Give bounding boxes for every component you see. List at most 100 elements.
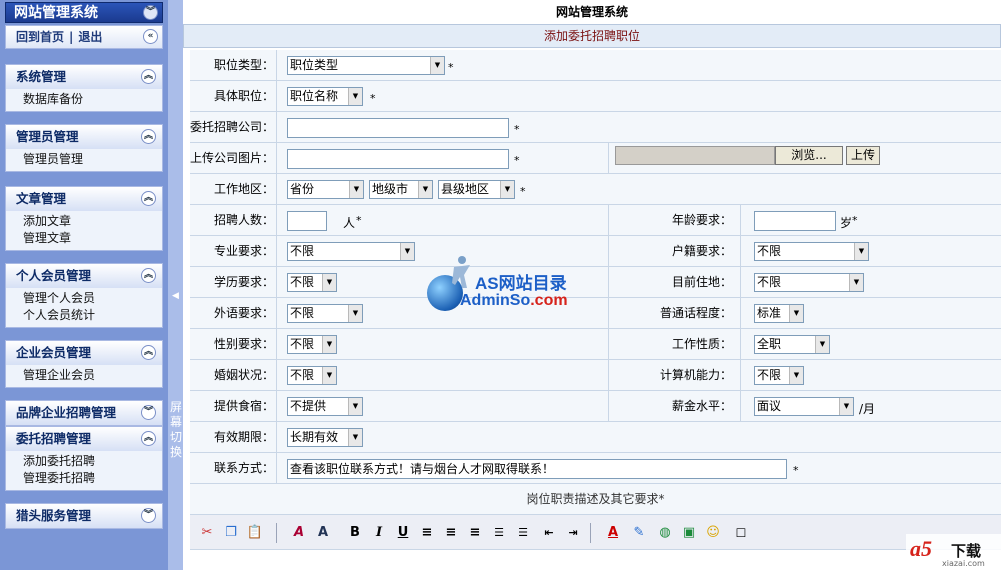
chevron-left-icon[interactable]: ◀	[172, 291, 179, 301]
align-left-icon[interactable]: ≡	[418, 524, 436, 542]
browse-button[interactable]: 浏览...	[775, 146, 843, 165]
collapse-all-icon[interactable]: ︾	[143, 5, 158, 20]
group-title: 品牌企业招聘管理	[16, 405, 117, 420]
emoticon-icon[interactable]: ☺	[704, 524, 722, 542]
language-select[interactable]: 不限 ▼	[287, 304, 363, 323]
underline-icon[interactable]: U	[394, 524, 412, 542]
logout-link[interactable]: 退出	[78, 30, 102, 44]
sidebar-item-db-backup[interactable]: 数据库备份	[23, 91, 162, 108]
copy-icon[interactable]: ❐	[222, 524, 240, 542]
select-value: 不限	[757, 275, 782, 289]
sidebar-item-manage-personal[interactable]: 管理个人会员	[23, 290, 162, 307]
residence-select[interactable]: 不限 ▼	[754, 273, 864, 292]
marriage-select[interactable]: 不限 ▼	[287, 366, 337, 385]
paste-icon[interactable]: 📋	[246, 524, 264, 542]
chevron-down-icon: ▼	[348, 398, 362, 415]
chevron-down-icon: ▼	[500, 181, 514, 198]
job-name-select[interactable]: 职位名称 ▼	[287, 87, 363, 106]
city-select[interactable]: 地级市 ▼	[369, 180, 433, 199]
align-center-icon[interactable]: ≡	[442, 524, 460, 542]
chevron-down-icon: ▼	[789, 305, 803, 322]
mandarin-select[interactable]: 标准 ▼	[754, 304, 804, 323]
hide-sidebar-icon[interactable]: «	[143, 29, 158, 44]
sidebar-item-admin-manage[interactable]: 管理员管理	[23, 151, 162, 168]
chevron-down-icon: ▼	[400, 243, 414, 260]
salary-unit: /月	[859, 402, 876, 416]
outdent-icon[interactable]: ⇤	[540, 524, 558, 542]
major-select[interactable]: 不限 ▼	[287, 242, 415, 261]
required-mark: *	[793, 464, 799, 477]
sidebar-item-manage-company[interactable]: 管理企业会员	[23, 367, 162, 384]
group-header-brand-recruit[interactable]: 品牌企业招聘管理 ︾	[6, 401, 162, 425]
expand-icon[interactable]: ︾	[141, 508, 156, 523]
sidebar-item-personal-stats[interactable]: 个人会员统计	[23, 307, 162, 324]
group-title: 系统管理	[16, 69, 67, 84]
collapse-icon[interactable]: ︽	[141, 129, 156, 144]
screen-switch-label[interactable]: 屏幕切换	[169, 400, 183, 460]
salary-select[interactable]: 面议 ▼	[754, 397, 854, 416]
expand-icon[interactable]: ︾	[141, 405, 156, 420]
collapse-icon[interactable]: ︽	[141, 345, 156, 360]
select-value: 长期有效	[290, 430, 339, 444]
group-header-headhunter[interactable]: 猎头服务管理 ︾	[6, 504, 162, 528]
hukou-select[interactable]: 不限 ▼	[754, 242, 869, 261]
company-image-input[interactable]	[287, 149, 509, 169]
sidebar-group-personal-member: 个人会员管理 ︽ 管理个人会员 个人会员统计	[5, 263, 163, 328]
checkbox-icon[interactable]: ☐	[732, 524, 750, 542]
group-title: 文章管理	[16, 191, 67, 206]
highlight-icon[interactable]: ✎	[630, 524, 648, 542]
field-label: 招聘人数：	[213, 213, 274, 227]
indent-icon[interactable]: ⇥	[564, 524, 582, 542]
align-right-icon[interactable]: ≡	[466, 524, 484, 542]
validity-select[interactable]: 长期有效 ▼	[287, 428, 363, 447]
collapse-icon[interactable]: ︽	[141, 69, 156, 84]
age-input[interactable]	[754, 211, 836, 231]
group-header-system[interactable]: 系统管理 ︽	[6, 65, 162, 89]
unordered-list-icon[interactable]: ☰	[514, 524, 532, 542]
collapse-icon[interactable]: ︽	[141, 431, 156, 446]
ordered-list-icon[interactable]: ☰	[490, 524, 508, 542]
home-link[interactable]: 回到首页	[16, 30, 64, 44]
group-header-company-member[interactable]: 企业会员管理 ︽	[6, 341, 162, 365]
sidebar-item-add-article[interactable]: 添加文章	[23, 213, 162, 230]
font-color-icon[interactable]: A	[604, 524, 622, 542]
sidebar-splitter[interactable]: ◀ 屏幕切换	[168, 0, 183, 570]
bold-icon[interactable]: B	[346, 524, 364, 542]
group-header-article[interactable]: 文章管理 ︽	[6, 187, 162, 211]
headcount-input[interactable]	[287, 211, 327, 231]
sidebar-item-manage-entrusted[interactable]: 管理委托招聘	[23, 470, 162, 487]
select-value: 不限	[290, 306, 315, 320]
work-type-select[interactable]: 全职 ▼	[754, 335, 830, 354]
group-header-entrusted-recruit[interactable]: 委托招聘管理 ︽	[6, 427, 162, 451]
image-icon[interactable]: ▣	[680, 524, 698, 542]
chevron-down-icon: ▼	[789, 367, 803, 384]
county-select[interactable]: 县级地区 ▼	[438, 180, 515, 199]
file-path-field[interactable]	[615, 146, 775, 165]
collapse-icon[interactable]: ︽	[141, 268, 156, 283]
group-title: 企业会员管理	[16, 345, 92, 360]
group-header-admin[interactable]: 管理员管理 ︽	[6, 125, 162, 149]
contact-input[interactable]: 查看该职位联系方式！请与烟台人才网取得联系！	[287, 459, 787, 479]
font-size-icon[interactable]: A	[314, 524, 332, 542]
select-value: 不限	[290, 368, 315, 382]
font-style-icon[interactable]: A	[290, 524, 308, 542]
link-icon[interactable]: ◍	[656, 524, 674, 542]
collapse-icon[interactable]: ︽	[141, 191, 156, 206]
a5-logo: a5	[910, 536, 932, 561]
sidebar-item-manage-article[interactable]: 管理文章	[23, 230, 162, 247]
sidebar-item-add-entrusted[interactable]: 添加委托招聘	[23, 453, 162, 470]
job-type-select[interactable]: 职位类型 ▼	[287, 56, 445, 75]
field-label: 上传公司图片：	[190, 151, 275, 165]
italic-icon[interactable]: I	[370, 524, 388, 542]
cut-icon[interactable]: ✂	[198, 524, 216, 542]
form-row: 委托招聘公司： *	[190, 112, 1001, 143]
board-select[interactable]: 不提供 ▼	[287, 397, 363, 416]
computer-select[interactable]: 不限 ▼	[754, 366, 804, 385]
education-select[interactable]: 不限 ▼	[287, 273, 337, 292]
province-select[interactable]: 省份 ▼	[287, 180, 364, 199]
group-header-personal-member[interactable]: 个人会员管理 ︽	[6, 264, 162, 288]
company-input[interactable]	[287, 118, 509, 138]
chevron-down-icon: ▼	[349, 181, 363, 198]
gender-select[interactable]: 不限 ▼	[287, 335, 337, 354]
upload-button[interactable]: 上传	[846, 146, 880, 165]
